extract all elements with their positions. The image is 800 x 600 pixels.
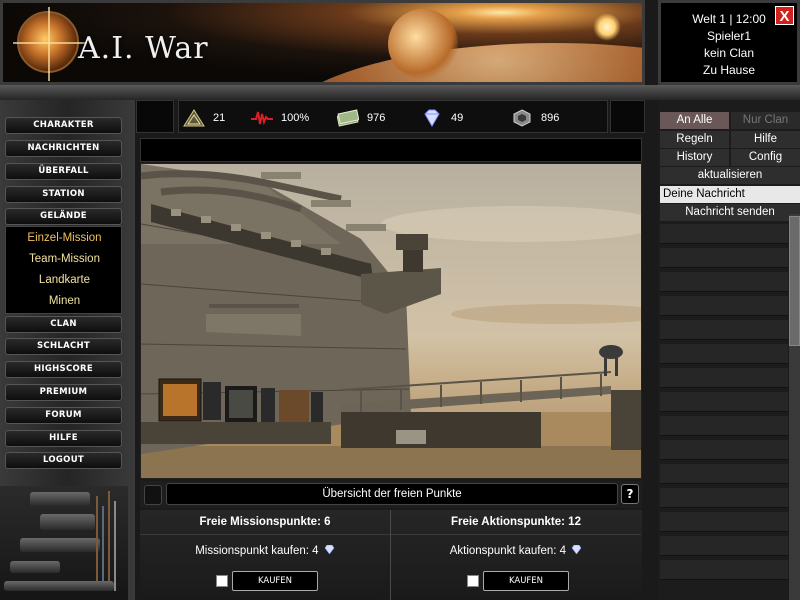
close-button[interactable]: X: [775, 6, 794, 25]
help-button[interactable]: ?: [621, 484, 639, 504]
header-banner: A.I. War: [0, 0, 645, 85]
chat-line: [660, 488, 788, 508]
chat-help-button[interactable]: Hilfe: [731, 131, 800, 148]
resource-bar: 21 100% 976 49 896: [178, 100, 608, 133]
action-points-checkbox[interactable]: [467, 575, 479, 587]
clan-status: kein Clan: [703, 46, 755, 60]
overview-bar: Übersicht der freien Punkte ?: [140, 481, 642, 508]
mission-points-heading: Freie Missionspunkte: 6: [140, 510, 390, 535]
action-points-column: Freie Aktionspunkte: 12 Aktionspunkt kau…: [391, 510, 641, 600]
money-icon: [336, 108, 360, 127]
nav-logout[interactable]: LOGOUT: [5, 452, 122, 469]
chat-history-button[interactable]: History: [660, 149, 729, 166]
chat-line: [660, 464, 788, 484]
chat-message-input[interactable]: Deine Nachricht: [660, 186, 800, 203]
logo-text: A.I. War: [78, 31, 209, 66]
action-points-buy-text: Aktionspunkt kaufen: 4: [391, 544, 641, 557]
resource-right-cap: [610, 100, 645, 133]
resource-energy: 100%: [251, 101, 309, 134]
mission-points-buy-text: Missionspunkt kaufen: 4: [140, 544, 390, 557]
mission-points-column: Freie Missionspunkte: 6 Missionspunkt ka…: [140, 510, 390, 600]
nav-station[interactable]: STATION: [5, 186, 122, 203]
nav-gelaende[interactable]: GELÄNDE: [5, 208, 122, 225]
chat-line: [660, 320, 788, 340]
chat-line: [660, 344, 788, 364]
chat-panel: An Alle Nur Clan Regeln Hilfe History Co…: [658, 100, 800, 600]
chat-scrollbar-thumb[interactable]: [789, 216, 800, 346]
nav-einzel-mission[interactable]: Einzel-Mission: [6, 232, 123, 244]
buy-mission-point-button[interactable]: KAUFEN: [232, 571, 318, 591]
chat-line: [660, 368, 788, 388]
nav-team-mission[interactable]: Team-Mission: [6, 253, 123, 265]
points-panel: Freie Missionspunkte: 6 Missionspunkt ka…: [140, 510, 642, 600]
moon-graphic: [388, 9, 458, 79]
chat-line: [660, 512, 788, 532]
nav-charakter[interactable]: CHARAKTER: [5, 117, 122, 134]
planet-graphic: [273, 43, 642, 82]
player-info-panel: Welt 1 | 12:00 Spieler1 kein Clan Zu Hau…: [658, 0, 800, 85]
resource-left-cap: [136, 100, 174, 133]
logo-crosshair-icon: [13, 7, 87, 81]
action-points-heading: Freie Aktionspunkte: 12: [391, 510, 641, 535]
machinery-decoration: [0, 486, 128, 600]
sun-graphic: [593, 13, 621, 41]
scene-title-strip: [140, 138, 642, 162]
chat-line: [660, 536, 788, 556]
chat-line: [660, 296, 788, 316]
tab-an-alle[interactable]: An Alle: [660, 112, 729, 129]
buy-action-point-button[interactable]: KAUFEN: [483, 571, 569, 591]
diamond-icon: [324, 544, 335, 555]
resource-ore: 896: [511, 101, 559, 134]
resource-diamonds: 49: [421, 101, 463, 134]
player-name: Spieler1: [706, 29, 752, 43]
energy-pulse-icon: [251, 109, 273, 127]
nav-landkarte[interactable]: Landkarte: [6, 274, 123, 286]
chat-line: [660, 224, 788, 244]
nav-nachrichten[interactable]: NACHRICHTEN: [5, 140, 122, 157]
chat-send-button[interactable]: Nachricht senden: [660, 204, 800, 221]
chat-line: [660, 560, 788, 580]
chat-line: [660, 248, 788, 268]
chat-line: [660, 440, 788, 460]
chat-line: [660, 416, 788, 436]
chat-scrollbar[interactable]: [789, 214, 800, 600]
overview-left-cap: [144, 485, 162, 505]
chat-config-button[interactable]: Config: [731, 149, 800, 166]
nav-ueberfall[interactable]: ÜBERFALL: [5, 163, 122, 180]
diamond-icon: [421, 109, 443, 127]
diamond-icon: [571, 544, 582, 555]
nav-schlacht[interactable]: SCHLACHT: [5, 338, 122, 355]
nav-submenu: Einzel-Mission Team-Mission Landkarte Mi…: [5, 226, 122, 314]
chat-refresh-button[interactable]: aktualisieren: [660, 167, 800, 184]
tab-nur-clan[interactable]: Nur Clan: [731, 112, 800, 129]
rank-icon: [183, 108, 205, 127]
mission-points-checkbox[interactable]: [216, 575, 228, 587]
chat-line: [660, 272, 788, 292]
chat-rules-button[interactable]: Regeln: [660, 131, 729, 148]
location-status: Zu Hause: [702, 63, 756, 77]
nav-premium[interactable]: PREMIUM: [5, 384, 122, 401]
ore-icon: [511, 108, 533, 127]
nav-minen[interactable]: Minen: [6, 295, 123, 307]
resource-rank: 21: [183, 101, 225, 134]
nav-hilfe[interactable]: HILFE: [5, 430, 122, 447]
overview-label: Übersicht der freien Punkte: [166, 483, 618, 505]
nav-clan[interactable]: CLAN: [5, 316, 122, 333]
chat-line: [660, 392, 788, 412]
scene-image: [140, 163, 642, 479]
resource-money: 976: [336, 101, 385, 134]
nav-forum[interactable]: FORUM: [5, 407, 122, 424]
frame-bar: [0, 85, 800, 100]
nav-highscore[interactable]: HIGHSCORE: [5, 361, 122, 378]
